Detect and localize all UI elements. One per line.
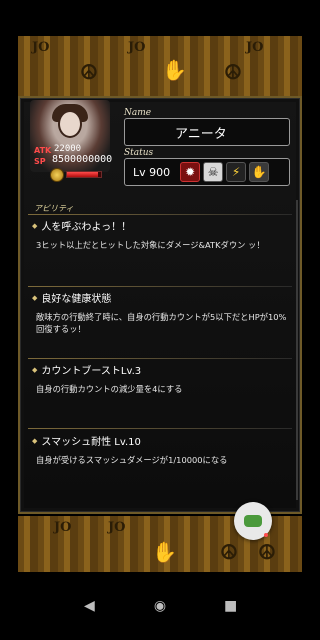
gamepad-icon [244,515,262,527]
atk-value: 22000 [54,144,82,154]
skill-title-text: 良好な健康状態 [41,294,112,305]
skill-description: 自身が受けるスマッシュダメージが1/10000になる [36,455,228,465]
ability-divider [28,214,292,215]
sp-label: SP [34,157,46,166]
atk-label: ATK [34,146,52,155]
skill-entry: ◆ カウントブーストLv.3 自身の行動カウントの減少量を4にする [32,362,288,395]
status-icon-row: ✹ ☠ ⚡ ✋ [180,162,270,182]
ability-tag: アビリティ [34,204,74,213]
status-label: Status [124,148,154,158]
bullet-icon: ◆ [32,365,38,374]
peace-emblem-icon: ☮ [224,60,242,84]
skill-title: ◆ スマッシュ耐性 Lv.10 [32,433,288,449]
peace-emblem-icon: ☮ [80,60,98,84]
system-navigation-bar: ◀ ◉ ■ [0,572,320,640]
bullet-icon: ◆ [32,436,38,445]
jo-emblem-icon: JO [246,40,264,55]
gear-icon[interactable]: ✹ [180,162,201,182]
skill-description: 3ヒット以上だとヒットした対象にダメージ&ATKダウン ッ！ [36,240,265,250]
character-name: アニータ [175,126,227,142]
skull-icon[interactable]: ☠ [203,162,224,182]
bullet-icon: ◆ [32,221,38,230]
skill-entry: ◆ 人を呼ぶわよっ！！ 3ヒット以上だとヒットした対象にダメージ&ATKダウン … [32,218,288,251]
peace-emblem-icon: ☮ [258,540,276,564]
skill-divider [28,428,292,429]
skill-description: 敵味方の行動終了時に、自身の行動カウントが5以下だとHPが10%回復するッ！ [36,312,287,334]
recent-apps-button[interactable]: ■ [216,598,246,614]
skill-title-text: カウントブーストLv.3 [41,366,142,377]
peace-emblem-icon: ☮ [220,540,238,564]
lightning-icon[interactable]: ⚡ [226,162,247,182]
skill-title: ◆ カウントブーストLv.3 [32,362,288,378]
hand-emblem-icon: ✋ [152,540,177,564]
level-text: Lv 900 [133,166,170,179]
home-button[interactable]: ◉ [145,598,175,614]
skill-entry: ◆ スマッシュ耐性 Lv.10 自身が受けるスマッシュダメージが1/10000に… [32,433,288,466]
scrollbar[interactable] [296,200,298,500]
skill-divider [28,286,292,287]
hand-icon[interactable]: ✋ [249,162,270,182]
skill-title-text: 人を呼ぶわよっ！！ [41,222,132,233]
rank-badge-icon [50,168,64,182]
character-name-box: アニータ [124,118,290,146]
status-box: Lv 900 ✹ ☠ ⚡ ✋ [124,158,290,186]
skill-title-text: スマッシュ耐性 Lv.10 [41,437,141,448]
skill-description: 自身の行動カウントの減少量を4にする [36,384,183,394]
notification-dot [264,533,268,537]
hp-bar-fill [67,172,98,177]
hp-bar [66,171,102,178]
jo-emblem-icon: JO [32,40,50,55]
background-decoration-top: JO ☮ JO ✋ JO ☮ [18,36,302,98]
jo-emblem-icon: JO [108,520,126,535]
bullet-icon: ◆ [32,293,38,302]
level-prefix: Lv [133,165,146,179]
hand-emblem-icon: ✋ [162,58,187,82]
jo-emblem-icon: JO [54,520,72,535]
name-label: Name [124,108,152,118]
skill-divider [28,358,292,359]
sp-value: 8500000000 [52,154,113,165]
back-button[interactable]: ◀ [74,598,104,614]
system-status-bar [0,0,320,36]
skill-title: ◆ 良好な健康状態 [32,290,288,306]
skill-title: ◆ 人を呼ぶわよっ！！ [32,218,288,234]
skill-entry: ◆ 良好な健康状態 敵味方の行動終了時に、自身の行動カウントが5以下だとHPが1… [32,290,288,335]
jo-emblem-icon: JO [128,40,146,55]
level-value: 900 [149,165,171,179]
